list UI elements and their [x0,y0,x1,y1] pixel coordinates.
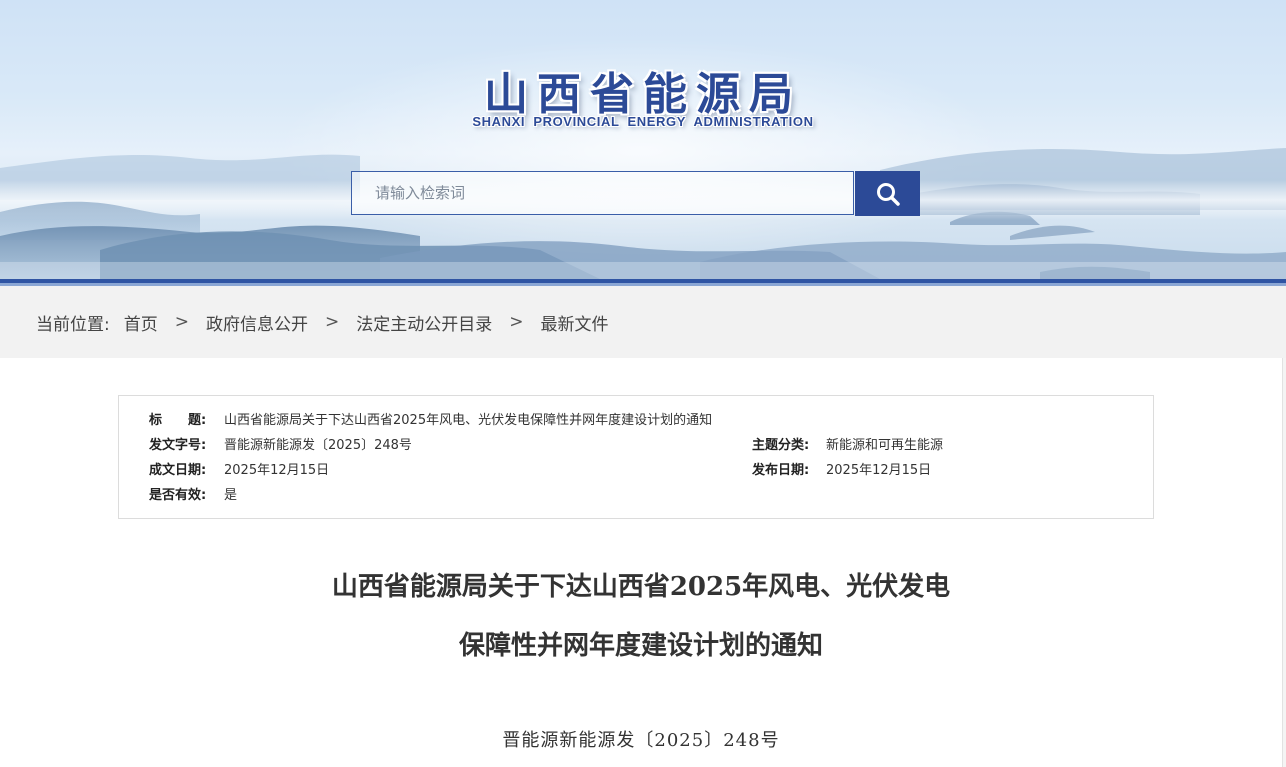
mountain-landscape-image [0,148,1286,279]
meta-title-value: 山西省能源局关于下达山西省2025年风电、光伏发电保障性并网年度建设计划的通知 [224,413,713,428]
breadcrumb-separator: > [174,312,189,332]
meta-valid-label: 是否有效: [149,488,207,503]
meta-publish-date-label: 发布日期: [752,463,810,478]
meta-written-date-value: 2025年12月15日 [224,463,330,478]
search-button[interactable] [855,171,920,216]
main-content: 标 题: 山西省能源局关于下达山西省2025年风电、光伏发电保障性并网年度建设计… [0,358,1283,767]
breadcrumb-item-gov-info[interactable]: 政府信息公开 [206,310,308,335]
document-title-line2: 保障性并网年度建设计划的通知 [458,631,823,661]
document-meta-table: 标 题: 山西省能源局关于下达山西省2025年风电、光伏发电保障性并网年度建设计… [118,395,1154,519]
meta-valid-value: 是 [224,488,238,503]
meta-doc-no-value: 晋能源新能源发〔2025〕248号 [224,438,412,453]
meta-written-date-label: 成文日期: [149,463,207,478]
breadcrumb-separator: > [509,312,524,332]
breadcrumb-item-catalog[interactable]: 法定主动公开目录 [356,310,492,335]
breadcrumb-separator: > [324,312,340,332]
document-number: 晋能源新能源发〔2025〕248号 [502,730,780,751]
header-banner: 山西省能源局 SHANXI PROVINCIAL ENERGY ADMINIST… [0,0,1286,279]
search-box [351,171,854,215]
breadcrumb-label: 当前位置: [36,314,110,335]
document-title-line1: 山西省能源局关于下达山西省2025年风电、光伏发电 [331,572,951,602]
meta-publish-date-value: 2025年12月15日 [826,463,932,478]
meta-topic-label: 主题分类: [752,438,810,453]
site-logo-chinese[interactable]: 山西省能源局 [0,58,1286,122]
search-icon [876,182,900,206]
meta-topic-value: 新能源和可再生能源 [826,438,944,453]
breadcrumb-item-latest[interactable]: 最新文件 [540,310,608,335]
search-input[interactable] [352,172,853,214]
breadcrumb: 当前位置: 首页 > 政府信息公开 > 法定主动公开目录 > 最新文件 [0,286,1286,358]
meta-title-label: 标 题: [149,413,207,428]
site-logo-english[interactable]: SHANXI PROVINCIAL ENERGY ADMINISTRATION [0,114,1286,129]
breadcrumb-item-home[interactable]: 首页 [124,310,158,335]
meta-doc-no-label: 发文字号: [149,438,207,453]
